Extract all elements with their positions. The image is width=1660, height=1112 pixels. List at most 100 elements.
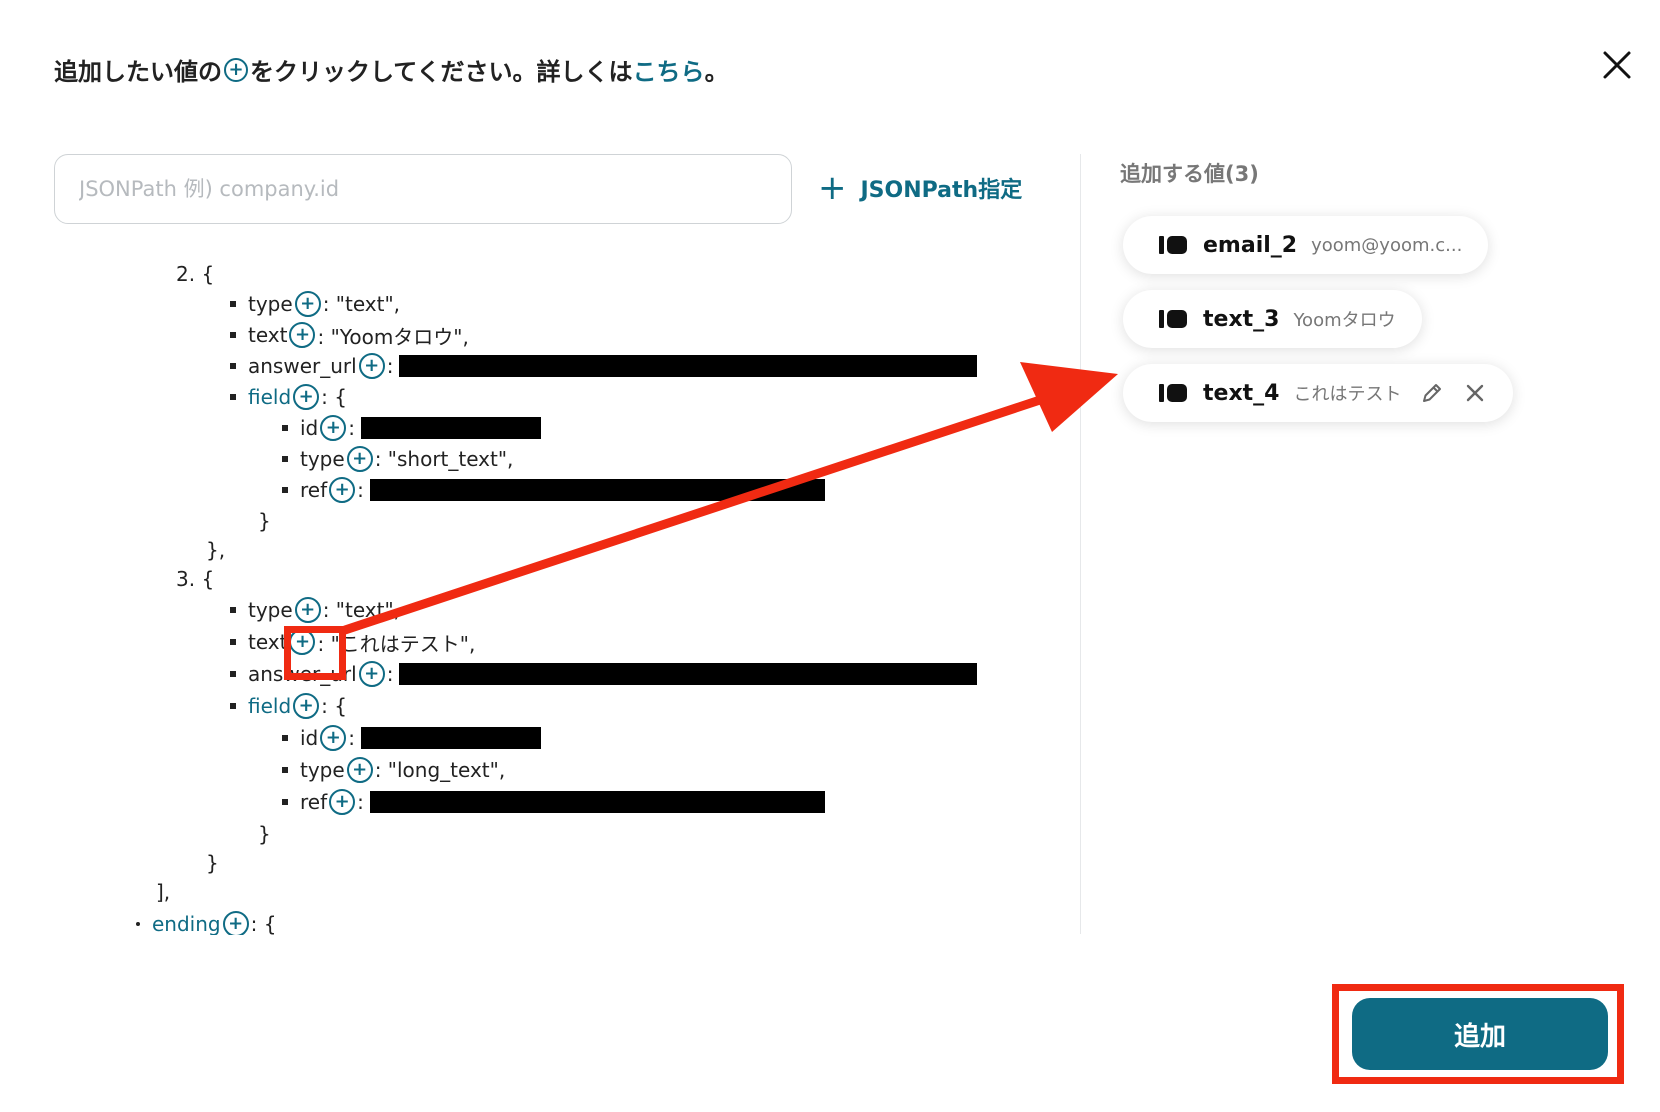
- add-value-icon[interactable]: +: [289, 322, 316, 348]
- key-label: text: [248, 630, 288, 654]
- bullet: [282, 487, 288, 493]
- value-label: :: [357, 790, 364, 814]
- chip-name: text_4: [1203, 380, 1280, 406]
- key-label: answer_url: [248, 354, 357, 378]
- bullet: [282, 735, 288, 741]
- add-value-icon[interactable]: +: [293, 384, 320, 410]
- value-label: :: [348, 416, 356, 440]
- header-prefix: 追加したい値の: [54, 58, 222, 86]
- value-label: : {: [321, 694, 347, 718]
- panel-divider: [1080, 154, 1081, 934]
- json-tree: 2. { type + : "text", text + : "Yoomタロウ"…: [120, 255, 1040, 935]
- chip-value: Yoomタロウ: [1293, 310, 1396, 331]
- add-value-icon[interactable]: +: [329, 477, 356, 503]
- key-label[interactable]: ending: [152, 912, 221, 935]
- brace: ],: [156, 880, 171, 904]
- bullet: [230, 639, 236, 645]
- key-label: ref: [300, 790, 328, 814]
- brace: }: [206, 851, 219, 875]
- tree-line: ref + :: [282, 475, 825, 505]
- bullet: [282, 456, 288, 462]
- key-label[interactable]: field: [248, 694, 291, 718]
- value-label: : {: [250, 912, 277, 935]
- bullet: [230, 671, 236, 677]
- chip-value: これはテスト: [1293, 384, 1402, 405]
- plus-icon: +: [818, 168, 847, 208]
- jsonpath-search-input[interactable]: [54, 154, 792, 224]
- tag-icon: [1159, 236, 1187, 254]
- tree-line: 2. {: [176, 259, 214, 289]
- add-value-icon[interactable]: +: [329, 789, 356, 815]
- bullet: [230, 332, 236, 338]
- tree-line: text + : "これはテスト",: [230, 627, 475, 657]
- tree-line: 3. {: [176, 564, 214, 594]
- key-label: id: [300, 726, 319, 750]
- add-value-icon[interactable]: +: [293, 693, 320, 719]
- bullet: [282, 799, 288, 805]
- value-label: :: [386, 662, 394, 686]
- value-chip[interactable]: text_3 Yoomタロウ: [1123, 290, 1422, 348]
- tree-line: type + : "long_text",: [282, 755, 505, 785]
- bullet: [282, 425, 288, 431]
- header-middle: をクリックしてください。詳しくは: [250, 58, 633, 86]
- highlight-box: [1332, 984, 1624, 1084]
- value-chip[interactable]: email_2 yoom@yoom.c...: [1123, 216, 1489, 274]
- add-value-icon[interactable]: +: [294, 291, 321, 317]
- bullet: [230, 363, 236, 369]
- tree-line: field + : {: [230, 382, 347, 412]
- key-label: type: [300, 447, 345, 471]
- add-value-icon[interactable]: +: [320, 415, 347, 441]
- key-label: type: [300, 758, 345, 782]
- tag-icon: [1159, 384, 1187, 402]
- brace: },: [206, 538, 226, 562]
- chip-value: yoom@yoom.c...: [1311, 234, 1463, 256]
- value-chip[interactable]: text_4 これはテスト: [1123, 364, 1514, 422]
- add-value-icon[interactable]: +: [294, 597, 321, 623]
- add-value-icon[interactable]: +: [358, 661, 385, 687]
- value-label: :: [357, 478, 364, 502]
- help-link[interactable]: こちら: [633, 52, 705, 87]
- tree-line: answer_url + :: [230, 351, 978, 381]
- array-index-label: 2. {: [176, 262, 215, 286]
- key-label: type: [248, 598, 293, 622]
- tree-line: type + : "short_text",: [282, 444, 513, 474]
- value-label: : "text",: [322, 598, 401, 622]
- key-label[interactable]: field: [248, 385, 291, 409]
- add-value-icon[interactable]: +: [222, 911, 249, 935]
- chip-name: email_2: [1203, 232, 1298, 258]
- tree-line: id + :: [282, 413, 542, 443]
- tree-line: field + : {: [230, 691, 347, 721]
- brace: }: [258, 822, 271, 846]
- highlight-box: [284, 626, 346, 680]
- add-value-icon[interactable]: +: [320, 725, 347, 751]
- key-label: id: [300, 416, 319, 440]
- tree-line: type + : "text",: [230, 289, 400, 319]
- redacted-value: [361, 417, 542, 439]
- remove-icon[interactable]: [1463, 381, 1487, 405]
- redacted-value: [399, 663, 978, 685]
- pencil-icon[interactable]: [1419, 380, 1445, 406]
- redacted-value: [369, 479, 825, 501]
- jsonpath-specify-button[interactable]: + JSONPath指定: [818, 168, 1022, 208]
- chip-name: text_3: [1203, 306, 1280, 332]
- tree-line: }: [258, 506, 271, 536]
- tree-line: ending + : {: [136, 909, 276, 935]
- tree-line: ],: [156, 877, 170, 907]
- brace: }: [258, 509, 271, 533]
- add-value-icon[interactable]: +: [346, 757, 373, 783]
- value-label: :: [348, 726, 356, 750]
- close-icon[interactable]: [1600, 48, 1634, 82]
- instruction-header: 追加したい値の + をクリックしてください。詳しくは こちら 。: [54, 52, 729, 87]
- tree-line: ref + :: [282, 787, 825, 817]
- value-label: : {: [321, 385, 347, 409]
- value-label: : "Yoomタロウ",: [317, 324, 469, 349]
- bullet: [282, 767, 288, 773]
- tag-icon: [1159, 310, 1187, 328]
- add-value-icon[interactable]: +: [358, 353, 385, 379]
- tree-line: type + : "text",: [230, 595, 400, 625]
- bullet: [230, 703, 236, 709]
- bullet: [230, 301, 236, 307]
- tree-line: }: [206, 848, 219, 878]
- add-value-icon[interactable]: +: [346, 446, 373, 472]
- redacted-value: [369, 791, 825, 813]
